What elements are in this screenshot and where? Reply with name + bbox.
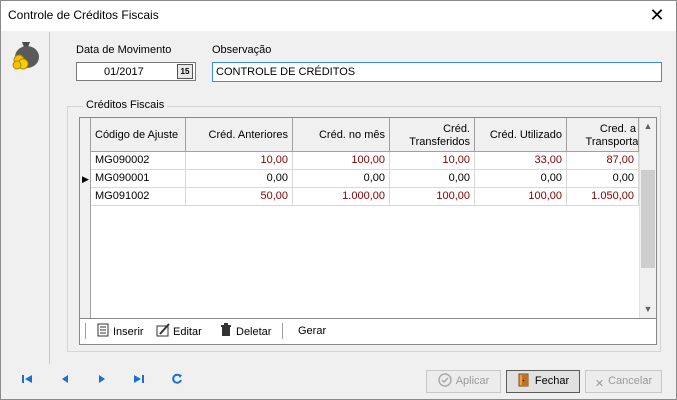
toolbar-separator [282,323,283,339]
cell-utilizado: 0,00 [475,170,567,188]
scroll-down-icon[interactable]: ▼ [640,301,656,318]
fechar-label: Fechar [534,375,570,387]
last-record-icon[interactable] [131,373,147,389]
column-header-transportar[interactable]: Cred. a Transportar [567,118,639,152]
editar-label: Editar [173,326,202,338]
cell-mes: 0,00 [293,170,390,188]
column-header-codigo[interactable]: Código de Ajuste [91,118,186,152]
edit-icon [156,323,170,337]
cell-transportar: 87,00 [567,152,639,170]
trash-icon [221,323,231,336]
scroll-up-icon[interactable]: ▲ [640,118,656,135]
cell-transferidos: 100,00 [390,188,475,206]
observacao-field[interactable]: CONTROLE DE CRÉDITOS [212,62,662,82]
inserir-label: Inserir [113,326,144,338]
data-movimento-value: 01/2017 [104,66,144,78]
door-exit-icon [518,373,529,387]
column-header-anteriores[interactable]: Créd. Anteriores [186,118,293,152]
observacao-label: Observação [212,44,272,56]
row-indicator-column [80,118,91,318]
aplicar-button[interactable]: Aplicar [426,370,501,393]
left-panel [1,32,50,364]
column-header-mes[interactable]: Créd. no mês [293,118,390,152]
creditos-grid[interactable]: Código de Ajuste Créd. Anteriores Créd. … [79,117,657,319]
cell-codigo: MG090001 [91,170,186,188]
aplicar-label: Aplicar [455,375,490,387]
table-row[interactable]: MG091002 50,00 1.000,00 100,00 100,00 1.… [91,188,639,206]
fechar-button[interactable]: Fechar [506,370,580,393]
editar-button[interactable]: Editar [156,323,202,340]
cancelar-label: Cancelar [608,375,653,387]
column-header-utilizado[interactable]: Créd. Utilizado [475,118,567,152]
cell-transportar: 0,00 [567,170,639,188]
cell-codigo: MG090002 [91,152,186,170]
toolbar-separator [85,323,86,339]
insert-icon [97,323,109,337]
cancel-icon: ✕ [594,378,605,390]
close-icon[interactable]: ✕ [646,4,668,26]
cell-codigo: MG091002 [91,188,186,206]
window-title: Controle de Créditos Fiscais [8,8,159,22]
calendar-icon[interactable]: 15 [177,64,193,79]
current-row-indicator-icon: ▶ [82,174,89,184]
table-row[interactable]: MG090001 0,00 0,00 0,00 0,00 0,00 [91,170,639,188]
gerar-label: Gerar [298,325,327,337]
main-window: Controle de Créditos Fiscais ✕ Data de M… [0,0,677,400]
cell-transferidos: 10,00 [390,152,475,170]
cell-utilizado: 33,00 [475,152,567,170]
cell-anteriores: 10,00 [186,152,293,170]
deletar-label: Deletar [236,326,272,338]
column-header-transferidos[interactable]: Créd. Transferidos [390,118,475,152]
cell-mes: 100,00 [293,152,390,170]
next-record-icon[interactable] [94,373,110,389]
inserir-button[interactable]: Inserir [96,323,144,340]
cell-utilizado: 100,00 [475,188,567,206]
cell-transferidos: 0,00 [390,170,475,188]
creditos-fiscais-label: Créditos Fiscais [83,99,168,111]
table-row[interactable]: MG090002 10,00 100,00 10,00 33,00 87,00 [91,152,639,170]
money-bag-icon [12,42,39,70]
refresh-icon[interactable] [169,373,185,389]
deletar-button[interactable]: Deletar [219,323,271,340]
data-movimento-label: Data de Movimento [76,44,172,56]
scroll-thumb[interactable] [641,170,655,268]
cancelar-button[interactable]: ✕ Cancelar [585,370,662,393]
cell-anteriores: 0,00 [186,170,293,188]
previous-record-icon[interactable] [57,373,73,389]
title-bar: Controle de Créditos Fiscais ✕ [1,1,676,31]
cell-transportar: 1.050,00 [567,188,639,206]
apply-icon [437,373,452,387]
data-movimento-field[interactable]: 01/2017 15 [76,62,196,81]
gerar-button[interactable]: Gerar [298,323,326,340]
cell-anteriores: 50,00 [186,188,293,206]
observacao-value: CONTROLE DE CRÉDITOS [216,66,356,78]
vertical-scrollbar[interactable]: ▲ ▼ [639,118,656,318]
first-record-icon[interactable] [19,373,35,389]
cell-mes: 1.000,00 [293,188,390,206]
grid-toolbar: Inserir Editar Deletar Gerar [79,319,657,345]
